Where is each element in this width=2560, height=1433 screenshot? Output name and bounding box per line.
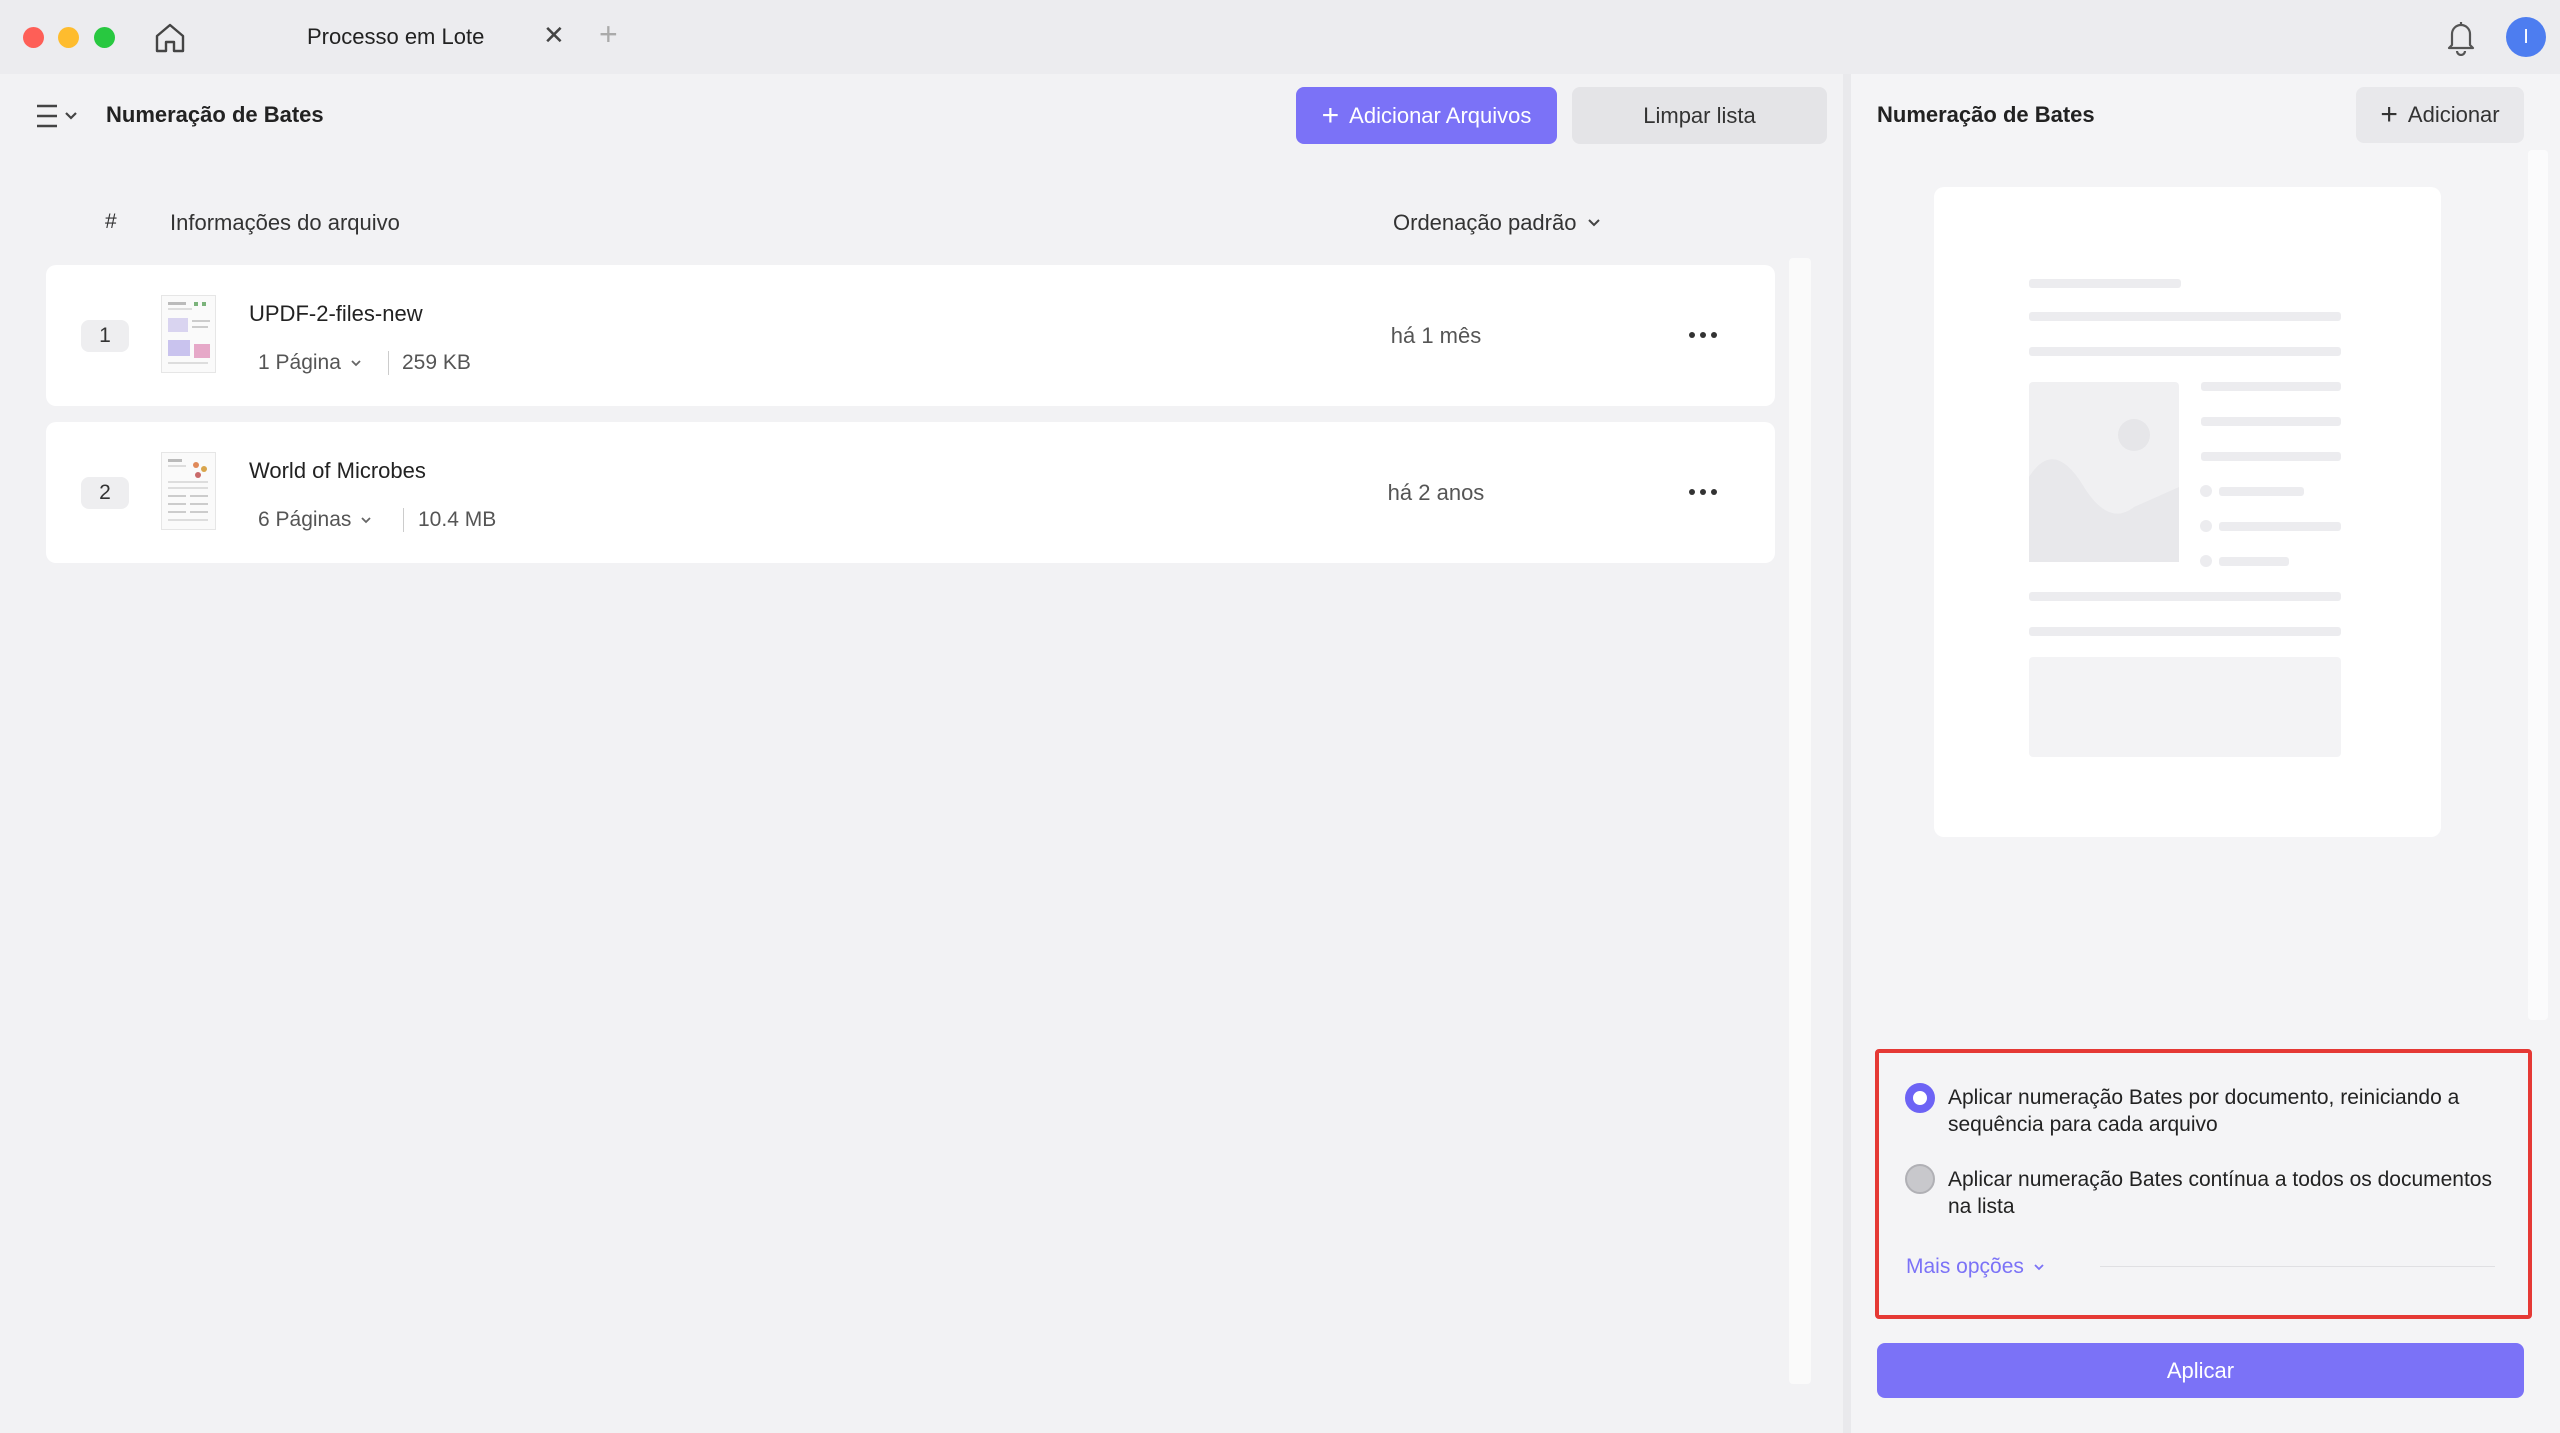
more-icon[interactable] bbox=[1686, 325, 1720, 345]
tab-title[interactable]: Processo em Lote bbox=[307, 24, 484, 50]
minimize-window-button[interactable] bbox=[58, 27, 79, 48]
per-document-radio[interactable] bbox=[1905, 1083, 1935, 1113]
clear-list-label: Limpar lista bbox=[1643, 102, 1756, 128]
add-files-button[interactable]: + Adicionar Arquivos bbox=[1296, 87, 1557, 144]
settings-scrollbar[interactable] bbox=[2528, 150, 2548, 1020]
chevron-down-icon bbox=[361, 517, 372, 524]
page-count-dropdown[interactable]: 1 Página bbox=[258, 351, 363, 375]
sort-label: Ordenação padrão bbox=[1393, 210, 1577, 235]
title-bar: Processo em Lote ✕ + I bbox=[0, 0, 2560, 74]
chevron-down-icon bbox=[2034, 1264, 2044, 1271]
divider bbox=[403, 508, 404, 532]
plus-icon: + bbox=[2380, 98, 2398, 131]
file-size: 259 KB bbox=[402, 351, 471, 374]
table-row[interactable]: 1 UPDF-2-files-new 1 Página 259 KB há 1 … bbox=[46, 265, 1775, 406]
table-row[interactable]: 2 World of Microbes 6 Páginas 10.4 MB há… bbox=[46, 422, 1775, 563]
clear-list-button[interactable]: Limpar lista bbox=[1572, 87, 1827, 144]
file-size: 10.4 MB bbox=[418, 508, 497, 531]
add-files-label: Adicionar Arquivos bbox=[1349, 102, 1532, 128]
continuous-radio[interactable] bbox=[1905, 1164, 1935, 1194]
file-thumbnail bbox=[161, 295, 216, 373]
new-tab-icon[interactable]: + bbox=[599, 16, 618, 52]
file-list-scrollbar[interactable] bbox=[1789, 258, 1811, 1384]
page-count: 1 Página bbox=[258, 351, 341, 374]
plus-icon: + bbox=[1321, 98, 1340, 132]
panel-divider[interactable] bbox=[1843, 74, 1851, 1433]
close-window-button[interactable] bbox=[23, 27, 44, 48]
more-options-label: Mais opções bbox=[1906, 1255, 2024, 1278]
column-number-header: # bbox=[105, 210, 117, 233]
divider bbox=[2100, 1266, 2495, 1267]
apply-label: Aplicar bbox=[2166, 1357, 2235, 1383]
chevron-down-icon bbox=[1588, 219, 1601, 227]
menu-icon[interactable] bbox=[35, 101, 81, 131]
preview-placeholder bbox=[1934, 187, 2441, 837]
more-options-toggle[interactable]: Mais opções bbox=[1906, 1255, 2046, 1279]
per-document-label[interactable]: Aplicar numeração Bates por documento, r… bbox=[1948, 1084, 2508, 1138]
divider bbox=[388, 351, 389, 375]
document-placeholder-icon bbox=[2029, 279, 2341, 757]
file-name: World of Microbes bbox=[249, 458, 426, 483]
page-count-dropdown[interactable]: 6 Páginas bbox=[258, 508, 373, 532]
page-count: 6 Páginas bbox=[258, 508, 352, 531]
row-index: 2 bbox=[81, 477, 129, 509]
settings-title: Numeração de Bates bbox=[1877, 102, 2095, 127]
add-template-button[interactable]: + Adicionar bbox=[2356, 87, 2524, 143]
column-info-header: Informações do arquivo bbox=[170, 210, 400, 235]
maximize-window-button[interactable] bbox=[94, 27, 115, 48]
row-index: 1 bbox=[81, 320, 129, 352]
add-template-label: Adicionar bbox=[2407, 102, 2500, 127]
bell-icon[interactable] bbox=[2443, 18, 2479, 56]
avatar[interactable]: I bbox=[2506, 17, 2546, 57]
file-thumbnail bbox=[161, 452, 216, 530]
file-date: há 1 mês bbox=[1390, 323, 1482, 348]
page-title: Numeração de Bates bbox=[106, 102, 324, 127]
file-date: há 2 anos bbox=[1387, 480, 1485, 505]
sort-dropdown[interactable]: Ordenação padrão bbox=[1393, 210, 1602, 236]
continuous-label[interactable]: Aplicar numeração Bates contínua a todos… bbox=[1948, 1166, 2508, 1220]
chevron-down-icon bbox=[351, 360, 361, 367]
more-icon[interactable] bbox=[1686, 482, 1720, 502]
apply-button[interactable]: Aplicar bbox=[1877, 1343, 2524, 1398]
home-icon[interactable] bbox=[152, 20, 188, 56]
tab-close-icon[interactable]: ✕ bbox=[543, 21, 565, 49]
file-name: UPDF-2-files-new bbox=[249, 301, 423, 326]
